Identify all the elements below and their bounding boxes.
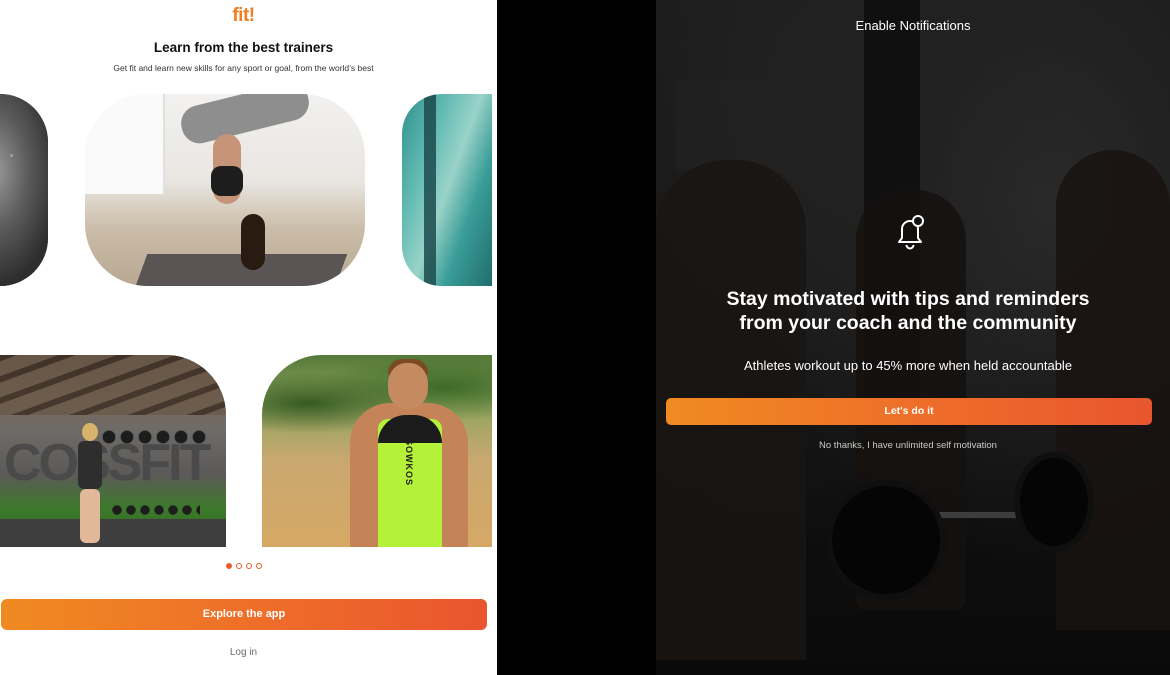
- handstand-photo: [85, 94, 365, 286]
- notifications-title: Enable Notifications: [855, 18, 971, 33]
- login-link[interactable]: Log in: [0, 647, 487, 658]
- gym-photo: COSSFIT: [0, 355, 226, 547]
- headline-line-1: Stay motivated with tips and reminders: [726, 288, 1090, 310]
- explore-app-button[interactable]: Explore the app: [1, 599, 487, 630]
- bell-icon: [893, 214, 927, 252]
- notifications-subline: Athletes workout up to 45% more when hel…: [743, 358, 1073, 373]
- runner-vest-lettering: SOWKOS: [404, 439, 414, 487]
- pagination-dot-2[interactable]: [235, 563, 242, 569]
- decline-notifications-link[interactable]: No thanks, I have unlimited self motivat…: [656, 440, 1160, 451]
- carousel-image-runner[interactable]: SOWKOS: [262, 355, 492, 547]
- onboarding-screen: fit! Learn from the best trainers Get fi…: [0, 0, 497, 675]
- headline-line-2: from your coach and the community: [739, 312, 1077, 334]
- carousel-image-jump-rope[interactable]: COSSFIT: [0, 355, 226, 547]
- notifications-headline: Stay motivated with tips and reminders f…: [656, 287, 1160, 335]
- teal-wall-photo: [402, 94, 492, 286]
- notifications-screen: Enable Notifications Stay motivated with…: [656, 0, 1170, 675]
- pagination-dot-4[interactable]: [255, 563, 262, 569]
- carousel-image-teal-wall[interactable]: [402, 94, 492, 286]
- dark-overlay: [656, 0, 1170, 675]
- rock-texture-image: [0, 94, 48, 286]
- onboarding-subline: Get fit and learn new skills for any spo…: [113, 63, 374, 73]
- pagination-dot-1[interactable]: [225, 563, 232, 569]
- carousel-pagination: [0, 563, 487, 569]
- runner-photo: SOWKOS: [262, 355, 492, 547]
- enable-notifications-button[interactable]: Let's do it: [666, 398, 1152, 425]
- pagination-dot-3[interactable]: [245, 563, 252, 569]
- onboarding-headline: Learn from the best trainers: [153, 40, 334, 55]
- carousel-image-handstand[interactable]: [85, 94, 365, 286]
- carousel-image-rock[interactable]: [0, 94, 48, 286]
- app-logo: fit!: [232, 5, 255, 26]
